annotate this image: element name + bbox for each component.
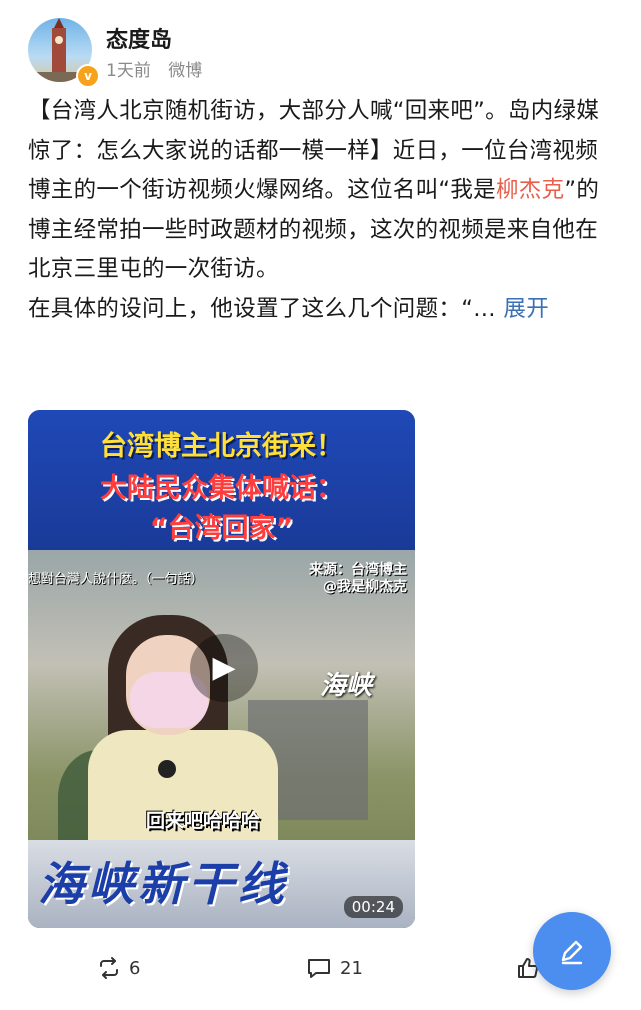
mention-link[interactable]: 柳杰克 xyxy=(496,177,564,203)
channel-logo: 海峡 xyxy=(320,671,373,701)
comment-button[interactable]: 21 xyxy=(306,948,363,988)
video-source-label: 来源：台湾博主 @我是柳杰克 xyxy=(287,562,407,596)
video-title-line-2: 大陆民众集体喊话： xyxy=(100,473,343,504)
video-caption: 回来吧哈哈哈 xyxy=(146,810,261,832)
repost-count: 6 xyxy=(129,957,141,979)
source-line-1: 来源：台湾博主 xyxy=(309,562,407,578)
post-meta: 1天前 微博 xyxy=(106,56,214,81)
post-source: 微博 xyxy=(168,61,203,81)
post-paragraph-1: 【台湾人北京随机街访，大部分人喊“回来吧”。岛内绿媒惊了：怎么大家说的话都一模一… xyxy=(28,92,612,290)
repost-button[interactable]: 6 xyxy=(97,948,140,988)
author-name[interactable]: 态度岛 xyxy=(106,22,172,54)
video-player[interactable]: 台湾博主北京街采！ 大陆民众集体喊话： “台湾回家” 想對台灣人說什麼。（一句話… xyxy=(28,410,415,928)
video-duration: 00:24 xyxy=(343,896,403,918)
compose-button[interactable] xyxy=(533,912,611,990)
post-time: 1天前 xyxy=(106,61,151,81)
video-title-banner: 台湾博主北京街采！ 大陆民众集体喊话： “台湾回家” xyxy=(28,410,415,550)
video-question-subtitle: 想對台灣人說什麼。（一句話） xyxy=(28,572,204,587)
post-paragraph-2: 在具体的设问上，他设置了这么几个问题：“… 展开 xyxy=(28,290,612,330)
video-title-line-1: 台湾博主北京街采！ xyxy=(100,431,343,462)
post-text-part: 在具体的设问上，他设置了这么几个问题：“… xyxy=(28,295,496,322)
comment-count: 21 xyxy=(340,957,363,979)
post-header: v 态度岛 1天前 微博 xyxy=(28,18,608,88)
microphone-icon xyxy=(158,760,176,778)
program-name: 海峡新干线 xyxy=(38,857,288,911)
verified-badge-icon: v xyxy=(76,64,100,88)
post-body: 【台湾人北京随机街访，大部分人喊“回来吧”。岛内绿媒惊了：怎么大家说的话都一模一… xyxy=(28,92,612,329)
video-title-line-3: “台湾回家” xyxy=(149,513,294,544)
play-icon[interactable]: ▶ xyxy=(190,634,258,702)
edit-pencil-icon xyxy=(561,940,583,965)
repost-icon xyxy=(100,957,118,979)
expand-link[interactable]: 展开 xyxy=(503,296,549,322)
source-line-2: @我是柳杰克 xyxy=(323,579,407,595)
clock-face xyxy=(55,36,63,44)
comment-icon xyxy=(308,959,330,978)
